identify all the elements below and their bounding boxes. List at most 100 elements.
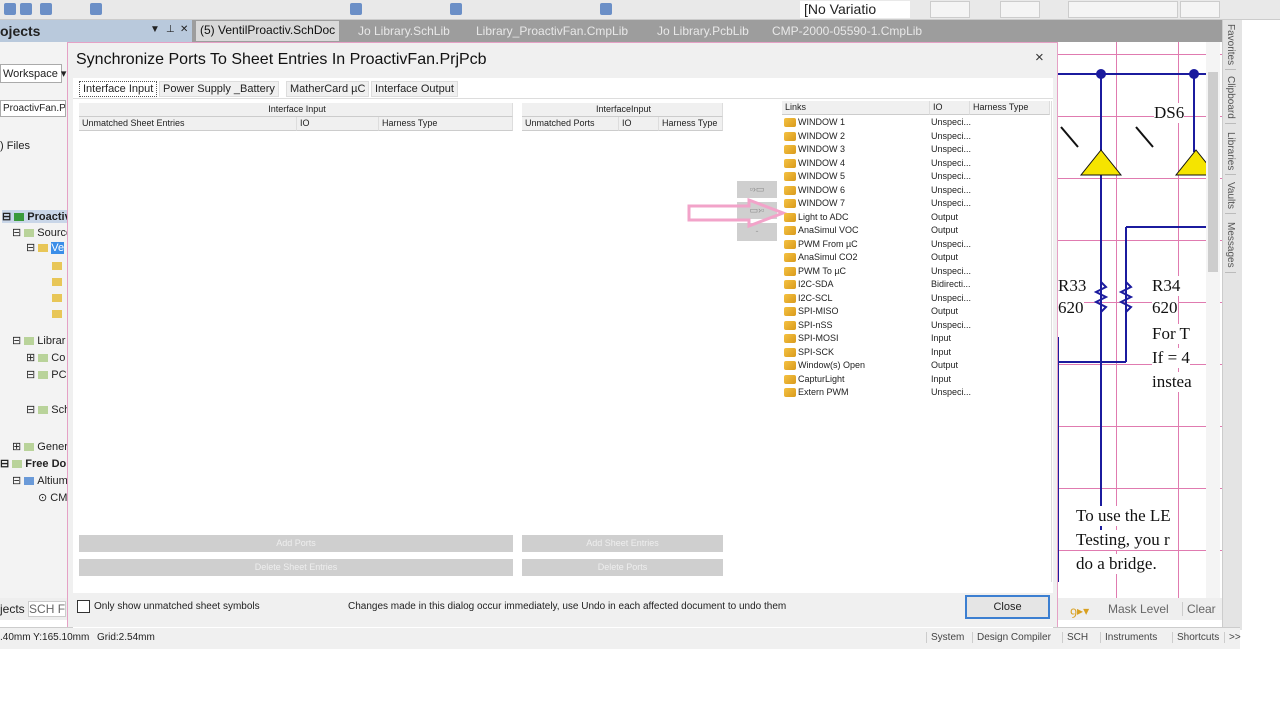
print-icon[interactable] (40, 3, 52, 15)
panel-menu-icon[interactable]: ▼ (150, 24, 160, 35)
tab-power-supply[interactable]: Power Supply _Battery (159, 81, 279, 97)
tree-sheet-4[interactable] (52, 308, 65, 320)
clear-button[interactable]: Clear (1182, 602, 1216, 616)
col-harness-type[interactable]: Harness Type (379, 117, 513, 131)
doc-tab-cmp[interactable]: CMP-2000-05590-1.CmpLib (772, 24, 922, 38)
toolbar-select-3[interactable] (1068, 1, 1178, 18)
tree-source[interactable]: ⊟ Source (12, 226, 72, 239)
tree-altium[interactable]: ⊟ Altium (12, 474, 68, 487)
link-row[interactable]: Light to ADC Output (782, 211, 1052, 225)
link-row[interactable]: SPI-SCK Input (782, 346, 1052, 360)
tab-clipboard[interactable]: Clipboard (1225, 72, 1236, 124)
link-row[interactable]: CapturLight Input (782, 373, 1052, 387)
tab-libraries[interactable]: Libraries (1225, 128, 1236, 176)
col-unmatched-sheet-entries[interactable]: Unmatched Sheet Entries (79, 117, 297, 131)
mask-level-button[interactable]: Mask Level (1108, 602, 1169, 616)
wire-icon[interactable] (350, 3, 362, 15)
tree-cmp[interactable]: ⊙ CM (38, 491, 67, 504)
link-row[interactable]: WINDOW 3 Unspeci... (782, 143, 1052, 157)
link-row[interactable]: Extern PWM Unspeci... (782, 386, 1052, 400)
col-links[interactable]: Links (782, 101, 930, 115)
tree-sheet-2[interactable] (52, 276, 65, 288)
save-icon[interactable] (20, 3, 32, 15)
tree-sheet-3[interactable] (52, 292, 65, 304)
link-row[interactable]: WINDOW 7 Unspeci... (782, 197, 1052, 211)
toolbar-select-1[interactable] (930, 1, 970, 18)
status-design-compiler[interactable]: Design Compiler (972, 632, 1051, 643)
only-unmatched-label[interactable]: Only show unmatched sheet symbols (94, 601, 260, 612)
add-sheet-entries-button[interactable]: Add Sheet Entries (522, 535, 723, 552)
col-io[interactable]: IO (619, 117, 659, 131)
doc-tab-pcblib[interactable]: Jo Library.PcbLib (657, 24, 749, 38)
status-sch[interactable]: SCH (1062, 632, 1088, 643)
link-row[interactable]: SPI-MISO Output (782, 305, 1052, 319)
only-unmatched-checkbox[interactable] (77, 600, 90, 613)
link-row[interactable]: SPI-MOSI Input (782, 332, 1052, 346)
add-ports-button[interactable]: Add Ports (79, 535, 513, 552)
link-row[interactable]: WINDOW 1 Unspeci... (782, 116, 1052, 130)
files-radio[interactable]: ) Files (0, 140, 30, 152)
doc-tab-cmplib[interactable]: Library_ProactivFan.CmpLib (476, 24, 628, 38)
delete-sheet-entries-button[interactable]: Delete Sheet Entries (79, 559, 513, 576)
col-io[interactable]: IO (930, 101, 970, 115)
project-field[interactable]: ProactivFan.Pr (0, 100, 66, 117)
component-icon[interactable] (90, 3, 102, 15)
tab-interface-input[interactable]: Interface Input (79, 81, 158, 97)
vertical-scrollbar[interactable] (1206, 42, 1220, 598)
note-line-2: If = 4 (1152, 348, 1190, 368)
variant-select[interactable]: [No Variatio (800, 1, 910, 18)
link-row[interactable]: WINDOW 4 Unspeci... (782, 157, 1052, 171)
link-row[interactable]: I2C-SCL Unspeci... (782, 292, 1052, 306)
tab-sch[interactable]: SCH F (28, 601, 67, 617)
tab-messages[interactable]: Messages (1225, 218, 1236, 273)
tree-component[interactable]: ⊞ Co (26, 351, 65, 364)
filter-icon[interactable]: ꝯ▸▾ (1070, 602, 1089, 619)
tree-pcb[interactable]: ⊟ PC (26, 368, 67, 381)
link-row[interactable]: Window(s) Open Output (782, 359, 1052, 373)
scrollbar-thumb[interactable] (1208, 72, 1218, 272)
doc-tab-schlib[interactable]: Jo Library.SchLib (358, 24, 450, 38)
workspace-dropdown[interactable]: Workspace ▾ (0, 64, 66, 83)
schematic-canvas[interactable]: DS6 R33 R34 620 620 For T If = 4 instea … (1058, 42, 1222, 598)
net-icon[interactable] (450, 3, 462, 15)
delete-ports-button[interactable]: Delete Ports (522, 559, 723, 576)
open-icon[interactable] (4, 3, 16, 15)
status-system[interactable]: System (926, 632, 964, 643)
doc-tab-schdoc[interactable]: (5) VentilProactiv.SchDoc (196, 21, 340, 41)
link-row[interactable]: WINDOW 5 Unspeci... (782, 170, 1052, 184)
tab-interface-output[interactable]: Interface Output (371, 81, 458, 97)
toolbar-select-4[interactable] (1180, 1, 1220, 18)
port-icon[interactable] (600, 3, 612, 15)
link-row[interactable]: AnaSimul VOC Output (782, 224, 1052, 238)
link-row[interactable]: SPI-nSS Unspeci... (782, 319, 1052, 333)
pin-icon[interactable]: ⊥ (166, 24, 175, 35)
tree-project[interactable]: ⊟ Proactiv (2, 210, 71, 223)
col-harness-type[interactable]: Harness Type (659, 117, 723, 131)
link-row[interactable]: PWM To µC Unspeci... (782, 265, 1052, 279)
status-instruments[interactable]: Instruments (1100, 632, 1157, 643)
tab-projects[interactable]: jects (0, 602, 25, 616)
link-row[interactable]: WINDOW 6 Unspeci... (782, 184, 1052, 198)
tab-vaults[interactable]: Vaults (1225, 178, 1236, 215)
status-shortcuts[interactable]: Shortcuts (1172, 632, 1219, 643)
link-row[interactable]: PWM From µC Unspeci... (782, 238, 1052, 252)
link-row[interactable]: I2C-SDA Bidirecti... (782, 278, 1052, 292)
link-row[interactable]: WINDOW 2 Unspeci... (782, 130, 1052, 144)
close-panel-icon[interactable]: ✕ (180, 24, 188, 35)
col-io[interactable]: IO (297, 117, 379, 131)
tree-libraries[interactable]: ⊟ Librar (12, 334, 65, 347)
tree-sheet-1[interactable] (52, 260, 65, 272)
toolbar-select-2[interactable] (1000, 1, 1040, 18)
close-button[interactable]: Close (965, 595, 1050, 619)
tab-favorites[interactable]: Favorites (1225, 20, 1236, 71)
tree-sch[interactable]: ⊟ Sch (26, 403, 70, 416)
link-row[interactable]: AnaSimul CO2 Output (782, 251, 1052, 265)
tree-free-docs[interactable]: ⊟ Free Do (0, 457, 66, 470)
col-harness-type[interactable]: Harness Type (970, 101, 1050, 115)
tab-mathercard[interactable]: MatherCard µC (286, 81, 370, 97)
tree-generated[interactable]: ⊞ Gener (12, 440, 68, 453)
dialog-close-icon[interactable]: × (1035, 49, 1044, 66)
status-more[interactable]: >> (1224, 632, 1241, 643)
col-unmatched-ports[interactable]: Unmatched Ports (522, 117, 619, 131)
tree-ventil[interactable]: ⊟ Ve (26, 241, 65, 254)
